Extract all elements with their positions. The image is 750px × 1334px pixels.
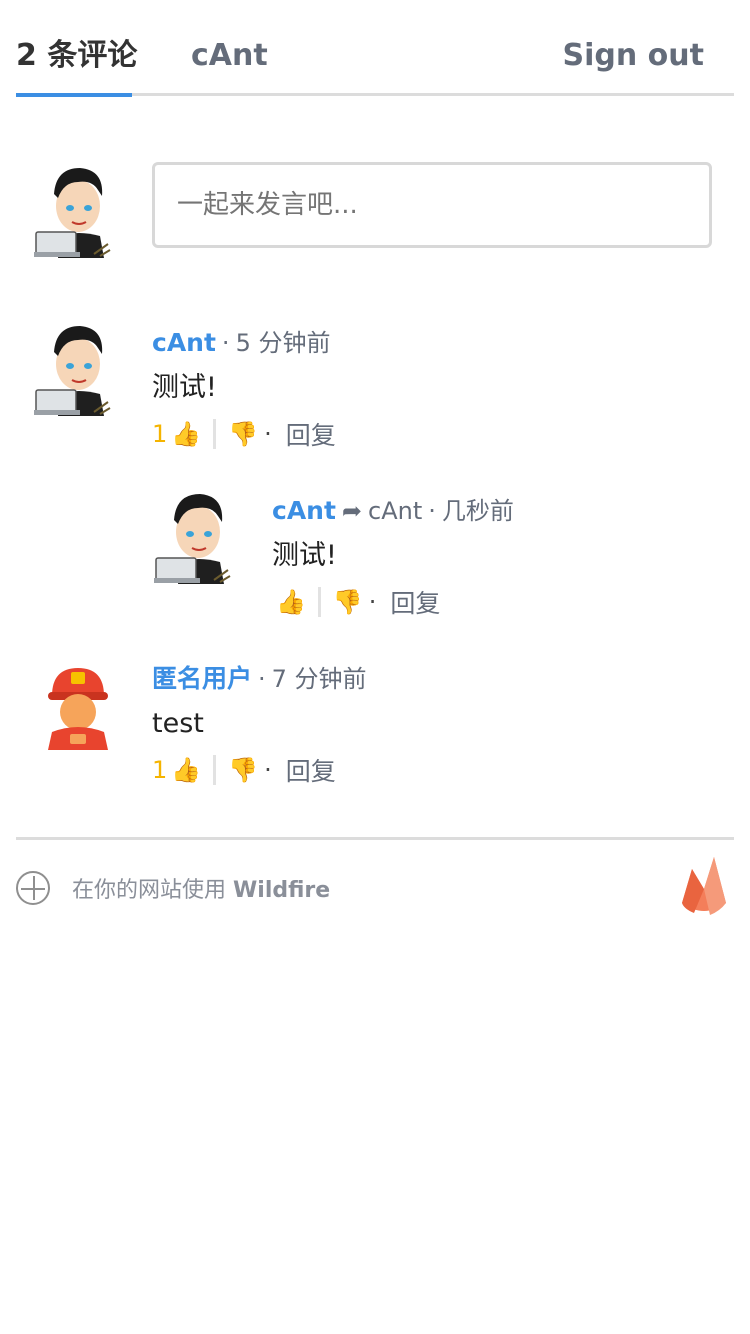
wildfire-flame-logo[interactable] xyxy=(680,855,728,919)
comment-time: 7 分钟前 xyxy=(271,665,367,693)
thumbs-down-icon[interactable]: 👎 xyxy=(228,419,258,449)
thumbs-down-icon[interactable]: 👎 xyxy=(333,587,363,617)
powered-by-brand: Wildfire xyxy=(233,878,331,903)
footer-divider xyxy=(16,837,734,840)
comment-avatar xyxy=(34,326,111,416)
comment-time: 5 分钟前 xyxy=(235,329,331,357)
comment-actions: 1 👍 👎 · 回复 xyxy=(152,416,336,452)
reply-button[interactable]: 回复 xyxy=(286,416,336,452)
thumbs-up-icon[interactable]: 👍 xyxy=(171,419,201,449)
meta-separator: · xyxy=(428,497,436,525)
action-divider xyxy=(213,755,217,785)
tab-comment-count[interactable]: 2 条评论 xyxy=(16,36,137,76)
action-separator: · xyxy=(264,756,272,784)
thumbs-up-icon[interactable]: 👍 xyxy=(171,755,201,785)
powered-by-text[interactable]: 在你的网站使用 Wildfire xyxy=(72,872,330,904)
reply-actions: 👍 👎 · 回复 xyxy=(272,584,440,620)
comments-header: 2 条评论 cAnt Sign out xyxy=(16,0,734,98)
action-separator: · xyxy=(264,420,272,448)
comment-meta: 匿名用户 · 7 分钟前 xyxy=(152,663,367,695)
meta-separator: · xyxy=(258,665,266,693)
current-user-avatar xyxy=(34,168,111,258)
powered-by-prefix: 在你的网站使用 xyxy=(72,878,227,903)
comment-text: test xyxy=(152,708,204,739)
reply-text: 测试! xyxy=(272,540,337,571)
action-divider xyxy=(317,587,321,617)
comment-meta: cAnt · 5 分钟前 xyxy=(152,327,330,359)
active-tab-indicator xyxy=(16,93,132,97)
comment-author[interactable]: 匿名用户 xyxy=(152,664,252,693)
tab-current-user[interactable]: cAnt xyxy=(191,36,268,76)
like-count: 1 xyxy=(152,420,168,448)
comment-actions: 1 👍 👎 · 回复 xyxy=(152,752,336,788)
thumbs-up-icon[interactable]: 👍 xyxy=(276,587,306,617)
reply-time: 几秒前 xyxy=(441,497,514,525)
action-divider xyxy=(213,419,217,449)
reply-to-user[interactable]: cAnt xyxy=(368,497,422,525)
comment-author[interactable]: cAnt xyxy=(152,328,216,357)
action-separator: · xyxy=(368,588,377,616)
comment-input[interactable] xyxy=(152,162,712,248)
reply-button[interactable]: 回复 xyxy=(286,752,336,788)
like-count: 1 xyxy=(152,756,168,784)
plus-circle-icon xyxy=(16,871,50,905)
meta-separator: · xyxy=(221,329,230,357)
reply-avatar xyxy=(154,494,231,584)
sign-out-link[interactable]: Sign out xyxy=(563,36,704,76)
powered-by[interactable]: 在你的网站使用 Wildfire xyxy=(16,868,330,908)
thumbs-down-icon[interactable]: 👎 xyxy=(228,755,258,785)
comment-text: 测试! xyxy=(152,372,217,403)
firefighter-avatar xyxy=(48,668,108,750)
reply-meta: cAnt ➦ cAnt · 几秒前 xyxy=(272,495,514,527)
reply-author[interactable]: cAnt xyxy=(272,496,336,525)
reply-button[interactable]: 回复 xyxy=(390,584,440,620)
reply-arrow-icon: ➦ xyxy=(341,497,363,525)
